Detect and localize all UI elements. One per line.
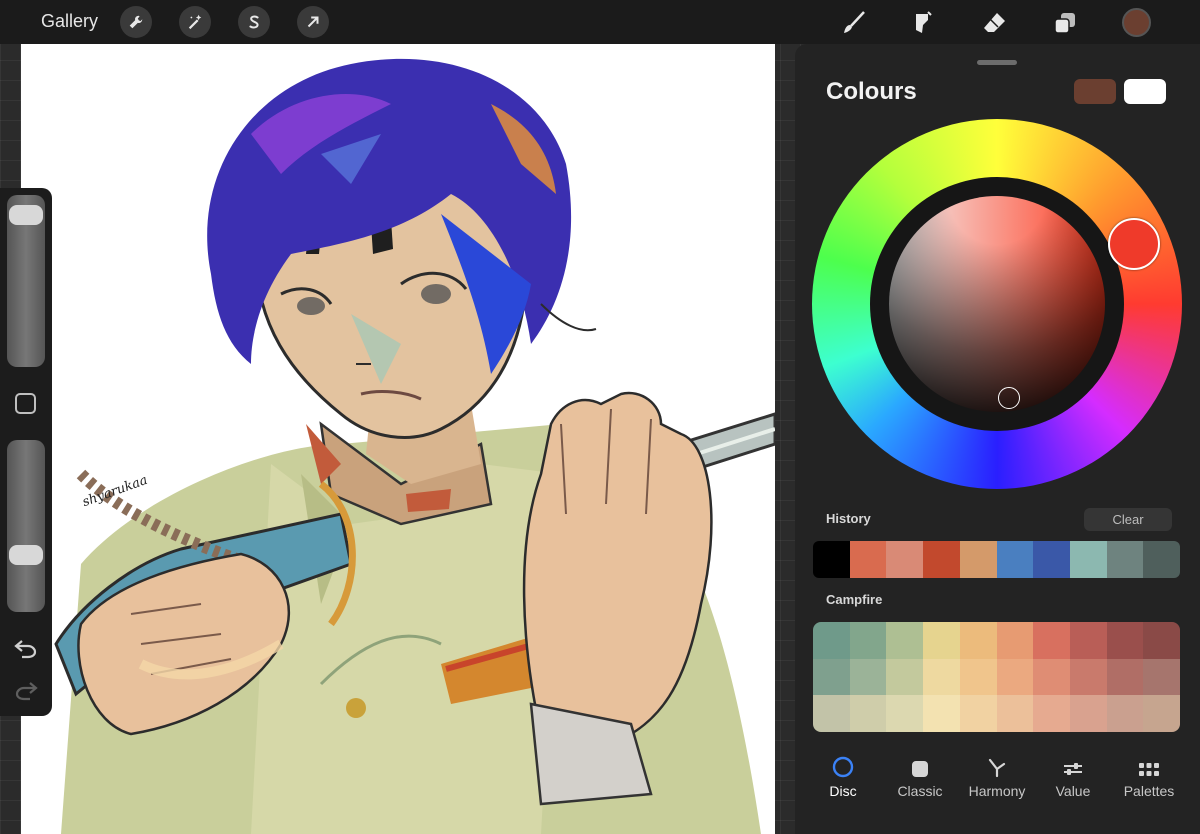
tab-disc[interactable]: Disc — [803, 744, 883, 799]
square-icon — [880, 744, 960, 778]
history-swatch[interactable] — [996, 541, 1034, 578]
tab-label: Disc — [829, 783, 857, 799]
palette-swatch[interactable] — [849, 695, 887, 732]
saturation-brightness-disc[interactable] — [889, 196, 1105, 412]
redo-icon[interactable] — [13, 679, 39, 701]
tab-label: Classic — [897, 783, 943, 799]
harmony-icon — [957, 744, 1037, 778]
magic-wand-icon[interactable] — [179, 6, 211, 38]
wheel-inner — [870, 177, 1124, 431]
tab-label: Harmony — [968, 783, 1026, 799]
hue-knob[interactable] — [1108, 218, 1160, 270]
history-swatch[interactable] — [1033, 541, 1070, 578]
brush-opacity-slider[interactable] — [7, 440, 45, 612]
palette-swatch[interactable] — [959, 622, 997, 659]
palette-swatch[interactable] — [923, 658, 960, 696]
color-picker-knob[interactable] — [998, 387, 1020, 409]
palette-swatch[interactable] — [849, 622, 887, 659]
palette-swatch[interactable] — [813, 658, 850, 696]
palette-swatch[interactable] — [1106, 622, 1144, 659]
wrench-icon[interactable] — [120, 6, 152, 38]
tab-label: Palettes — [1123, 783, 1175, 799]
undo-icon[interactable] — [13, 637, 39, 659]
palette-swatch[interactable] — [1033, 695, 1070, 732]
palette-swatch[interactable] — [813, 622, 850, 659]
top-toolbar: Gallery — [0, 0, 1200, 44]
sliders-icon — [1033, 744, 1113, 778]
selection-s-icon[interactable] — [238, 6, 270, 38]
palette-swatch[interactable] — [1069, 658, 1107, 696]
history-swatch[interactable] — [923, 541, 960, 578]
colour-mode-tabs: Disc Classic Harmony Value Palettes — [795, 744, 1200, 834]
palette-swatch[interactable] — [1143, 622, 1180, 659]
brush-size-thumb[interactable] — [9, 205, 43, 226]
palette-swatch[interactable] — [1033, 622, 1070, 659]
clear-history-button[interactable]: Clear — [1084, 508, 1172, 531]
primary-color-chip[interactable] — [1074, 79, 1116, 104]
palette-swatch[interactable] — [1033, 658, 1070, 696]
hue-ring[interactable] — [812, 119, 1182, 489]
palette-swatch[interactable] — [996, 658, 1034, 696]
palette-swatch[interactable] — [996, 622, 1034, 659]
drawing-canvas[interactable]: shyarukaa — [21, 44, 775, 834]
palette-swatch[interactable] — [886, 658, 924, 696]
eraser-icon[interactable] — [977, 6, 1011, 40]
tab-value[interactable]: Value — [1033, 744, 1113, 799]
panel-grabber[interactable] — [977, 60, 1017, 65]
brush-size-slider[interactable] — [7, 195, 45, 367]
current-color-swatch[interactable] — [1122, 8, 1151, 37]
modifier-button[interactable] — [15, 393, 36, 414]
grid-icon — [1109, 744, 1189, 778]
tab-palettes[interactable]: Palettes — [1109, 744, 1189, 799]
palette-swatch[interactable] — [1069, 622, 1107, 659]
palette-swatch[interactable] — [1106, 658, 1144, 696]
colours-panel: Colours History Clear Campfire Disc Class… — [795, 44, 1200, 834]
brush-icon[interactable] — [836, 6, 870, 40]
palette-swatch[interactable] — [1143, 658, 1180, 696]
palette-swatch[interactable] — [923, 695, 960, 732]
brush-opacity-thumb[interactable] — [9, 545, 43, 566]
palette-grid — [813, 622, 1180, 732]
disc-icon — [803, 744, 883, 778]
history-swatch[interactable] — [1106, 541, 1144, 578]
tab-label: Value — [1055, 783, 1091, 799]
tab-harmony[interactable]: Harmony — [957, 744, 1037, 799]
palette-name: Campfire — [826, 592, 883, 607]
palette-swatch[interactable] — [886, 622, 924, 659]
palette-swatch[interactable] — [959, 695, 997, 732]
history-swatch[interactable] — [1143, 541, 1180, 578]
smudge-icon[interactable] — [905, 6, 939, 40]
gallery-button[interactable]: Gallery — [41, 11, 98, 32]
artwork — [54, 58, 775, 834]
history-swatch[interactable] — [959, 541, 997, 578]
history-label: History — [826, 511, 871, 526]
left-sidebar — [0, 188, 52, 716]
history-swatch[interactable] — [813, 541, 850, 578]
tab-classic[interactable]: Classic — [880, 744, 960, 799]
palette-swatch[interactable] — [996, 695, 1034, 732]
palette-swatch[interactable] — [813, 695, 850, 732]
history-swatch[interactable] — [886, 541, 924, 578]
palette-swatch[interactable] — [1106, 695, 1144, 732]
history-swatches — [813, 541, 1180, 578]
transform-arrow-icon[interactable] — [297, 6, 329, 38]
palette-swatch[interactable] — [849, 658, 887, 696]
history-swatch[interactable] — [849, 541, 887, 578]
layers-icon[interactable] — [1048, 6, 1082, 40]
palette-swatch[interactable] — [923, 622, 960, 659]
panel-title: Colours — [826, 78, 917, 105]
history-swatch[interactable] — [1069, 541, 1107, 578]
secondary-color-chip[interactable] — [1124, 79, 1166, 104]
palette-swatch[interactable] — [1069, 695, 1107, 732]
palette-swatch[interactable] — [1143, 695, 1180, 732]
palette-swatch[interactable] — [886, 695, 924, 732]
palette-swatch[interactable] — [959, 658, 997, 696]
